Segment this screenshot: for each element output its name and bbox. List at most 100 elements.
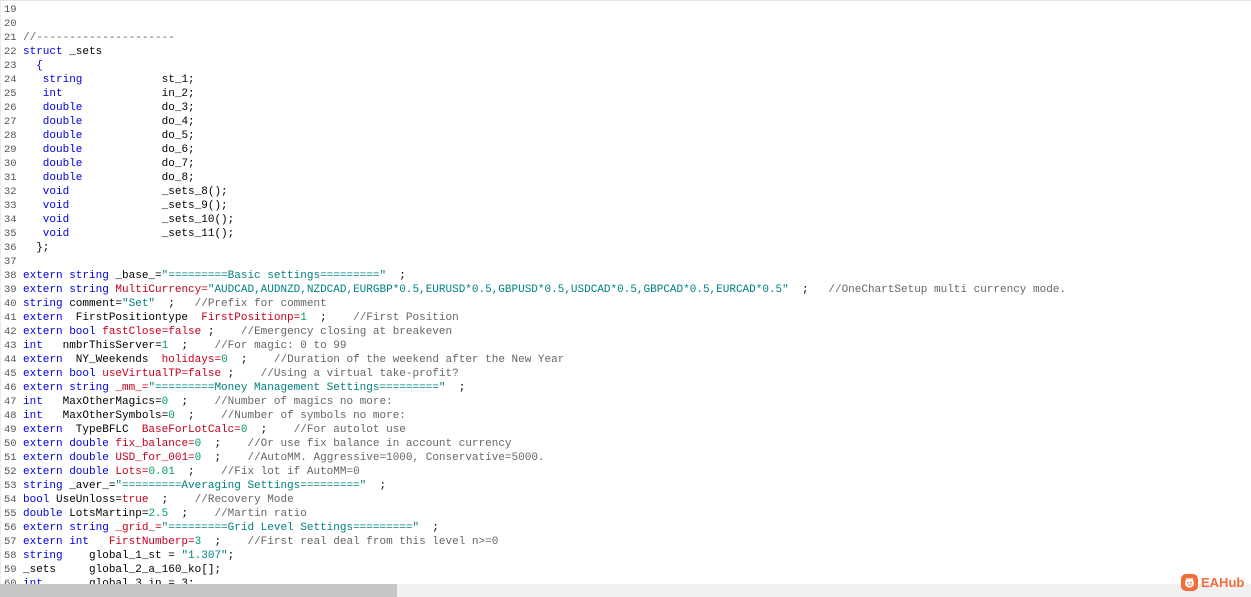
code-text: extern TypeBFLC BaseForLotCalc=0 ; //For…: [23, 424, 406, 436]
code-line[interactable]: 32 void _sets_8();: [0, 185, 1251, 199]
code-token: _sets: [23, 564, 57, 576]
code-line[interactable]: 44 extern NY_Weekends holidays=0 ; //Dura…: [0, 353, 1251, 367]
code-token: int: [23, 88, 63, 100]
code-token: extern: [23, 354, 63, 366]
code-token: global_2_a_160_ko[];: [56, 564, 222, 576]
code-line[interactable]: 38 extern string _base_="=========Basic s…: [0, 269, 1251, 283]
code-line[interactable]: 34 void _sets_10();: [0, 213, 1251, 227]
code-token: //Number of magics no more:: [214, 396, 393, 408]
code-token: fix_balance=: [108, 438, 195, 450]
code-line[interactable]: 31 double do_8;: [0, 171, 1251, 185]
code-line[interactable]: 37: [0, 255, 1251, 269]
code-line[interactable]: 45 extern bool useVirtualTP=false ; //Usi…: [0, 367, 1251, 381]
code-token: //First Position: [353, 312, 459, 324]
code-token: "=========Money Management Settings=====…: [148, 382, 446, 394]
code-token: ;: [168, 508, 215, 520]
code-token: };: [23, 242, 50, 254]
code-line[interactable]: 55 double LotsMartinp=2.5 ; //Martin rati…: [0, 507, 1251, 521]
code-token: do_7;: [82, 158, 195, 170]
code-line[interactable]: 59 _sets global_2_a_160_ko[];: [0, 563, 1251, 577]
code-text: double LotsMartinp=2.5 ; //Martin ratio: [23, 508, 307, 520]
code-line[interactable]: 54 bool UseUnloss=true ; //Recovery Mode: [0, 493, 1251, 507]
code-line[interactable]: 51 extern double USD_for_001=0 ; //AutoMM…: [0, 451, 1251, 465]
code-line[interactable]: 28 double do_5;: [0, 129, 1251, 143]
code-line[interactable]: 20: [0, 17, 1251, 31]
line-number: 29: [4, 144, 17, 156]
code-line[interactable]: 41 extern FirstPositiontype FirstPosition…: [0, 311, 1251, 325]
code-token: ;: [201, 438, 248, 450]
line-number: 28: [4, 130, 17, 142]
horizontal-scrollbar[interactable]: [0, 584, 1251, 597]
code-token: //For autolot use: [293, 424, 406, 436]
code-token: "=========Grid Level Settings=========": [161, 522, 420, 534]
code-line[interactable]: 46 extern string _mm_="=========Money Man…: [0, 381, 1251, 395]
code-token: 0.01: [148, 466, 175, 478]
code-text: void _sets_10();: [23, 214, 234, 226]
code-token: ;: [227, 550, 235, 562]
line-number: 23: [4, 60, 17, 72]
code-token: _sets_9();: [69, 200, 228, 212]
code-line[interactable]: 53 string _aver_="=========Averaging Sett…: [0, 479, 1251, 493]
code-token: //Fix lot if AutoMM=0: [221, 466, 360, 478]
code-text: double do_7;: [23, 158, 195, 170]
code-token: ;: [788, 284, 829, 296]
line-number: 33: [4, 200, 17, 212]
code-line[interactable]: 27 double do_4;: [0, 115, 1251, 129]
code-token: extern double: [23, 438, 109, 450]
code-line[interactable]: 35 void _sets_11();: [0, 227, 1251, 241]
line-number: 53: [4, 480, 17, 492]
code-token: extern string: [23, 522, 109, 534]
code-line[interactable]: 52 extern double Lots=0.01 ; //Fix lot if…: [0, 465, 1251, 479]
code-line[interactable]: 26 double do_3;: [0, 101, 1251, 115]
code-token: ;: [306, 312, 354, 324]
code-line[interactable]: 42 extern bool fastClose=false ; //Emerge…: [0, 325, 1251, 339]
code-token: _sets_8();: [69, 186, 228, 198]
code-line[interactable]: 19: [0, 3, 1251, 17]
code-token: ;: [386, 270, 406, 282]
code-line[interactable]: 21 //---------------------: [0, 31, 1251, 45]
code-token: _base_=: [108, 270, 162, 282]
code-line[interactable]: 57 extern int FirstNumberp=3 ; //First re…: [0, 535, 1251, 549]
line-number: 41: [4, 312, 17, 324]
code-line[interactable]: 50 extern double fix_balance=0 ; //Or use…: [0, 437, 1251, 451]
code-line[interactable]: 47 int MaxOtherMagics=0 ; //Number of mag…: [0, 395, 1251, 409]
code-line[interactable]: 40 string comment="Set" ; //Prefix for co…: [0, 297, 1251, 311]
code-token: fastClose=: [95, 326, 169, 338]
code-line[interactable]: 25 int in_2;: [0, 87, 1251, 101]
code-line[interactable]: 33 void _sets_9();: [0, 199, 1251, 213]
scrollbar-thumb[interactable]: [0, 584, 397, 597]
code-token: double: [23, 158, 83, 170]
code-line[interactable]: 43 int nmbrThisServer=1 ; //For magic: 0 …: [0, 339, 1251, 353]
code-token: string: [23, 74, 83, 86]
code-line[interactable]: 49 extern TypeBFLC BaseForLotCalc=0 ; //F…: [0, 423, 1251, 437]
code-text: extern bool useVirtualTP=false ; //Using…: [23, 368, 459, 380]
code-token: //Duration of the weekend after the New …: [273, 354, 565, 366]
code-token: ;: [168, 396, 215, 408]
code-token: string: [23, 480, 63, 492]
code-text: string comment="Set" ; //Prefix for comm…: [23, 298, 327, 310]
watermark-text: EAHub: [1201, 574, 1245, 590]
code-line[interactable]: 39 extern string MultiCurrency="AUDCAD,AU…: [0, 283, 1251, 297]
code-token: ;: [221, 368, 261, 380]
code-token: ;: [445, 382, 466, 394]
code-line[interactable]: 29 double do_6;: [0, 143, 1251, 157]
code-token: struct: [23, 46, 63, 58]
code-line[interactable]: 30 double do_7;: [0, 157, 1251, 171]
code-text: void _sets_9();: [23, 200, 228, 212]
line-number: 34: [4, 214, 17, 226]
code-line[interactable]: 48 int MaxOtherSymbols=0 ; //Number of sy…: [0, 409, 1251, 423]
code-token: extern: [23, 312, 63, 324]
code-line[interactable]: 24 string st_1;: [0, 73, 1251, 87]
code-line[interactable]: 22 struct _sets: [0, 45, 1251, 59]
code-line[interactable]: 23 {: [0, 59, 1251, 73]
code-token: bool: [23, 494, 50, 506]
code-editor[interactable]: 19 20 21 //--------------------- 22 struct _s…: [0, 0, 1251, 585]
line-number: 25: [4, 88, 17, 100]
code-line[interactable]: 56 extern string _grid_="=========Grid Le…: [0, 521, 1251, 535]
code-line[interactable]: 58 string global_1_st = "1.307";: [0, 549, 1251, 563]
code-text: int in_2;: [23, 88, 195, 100]
code-line[interactable]: 36 };: [0, 241, 1251, 255]
code-token: double: [23, 116, 83, 128]
code-token: double: [23, 144, 83, 156]
code-token: BaseForLotCalc=: [141, 424, 241, 436]
